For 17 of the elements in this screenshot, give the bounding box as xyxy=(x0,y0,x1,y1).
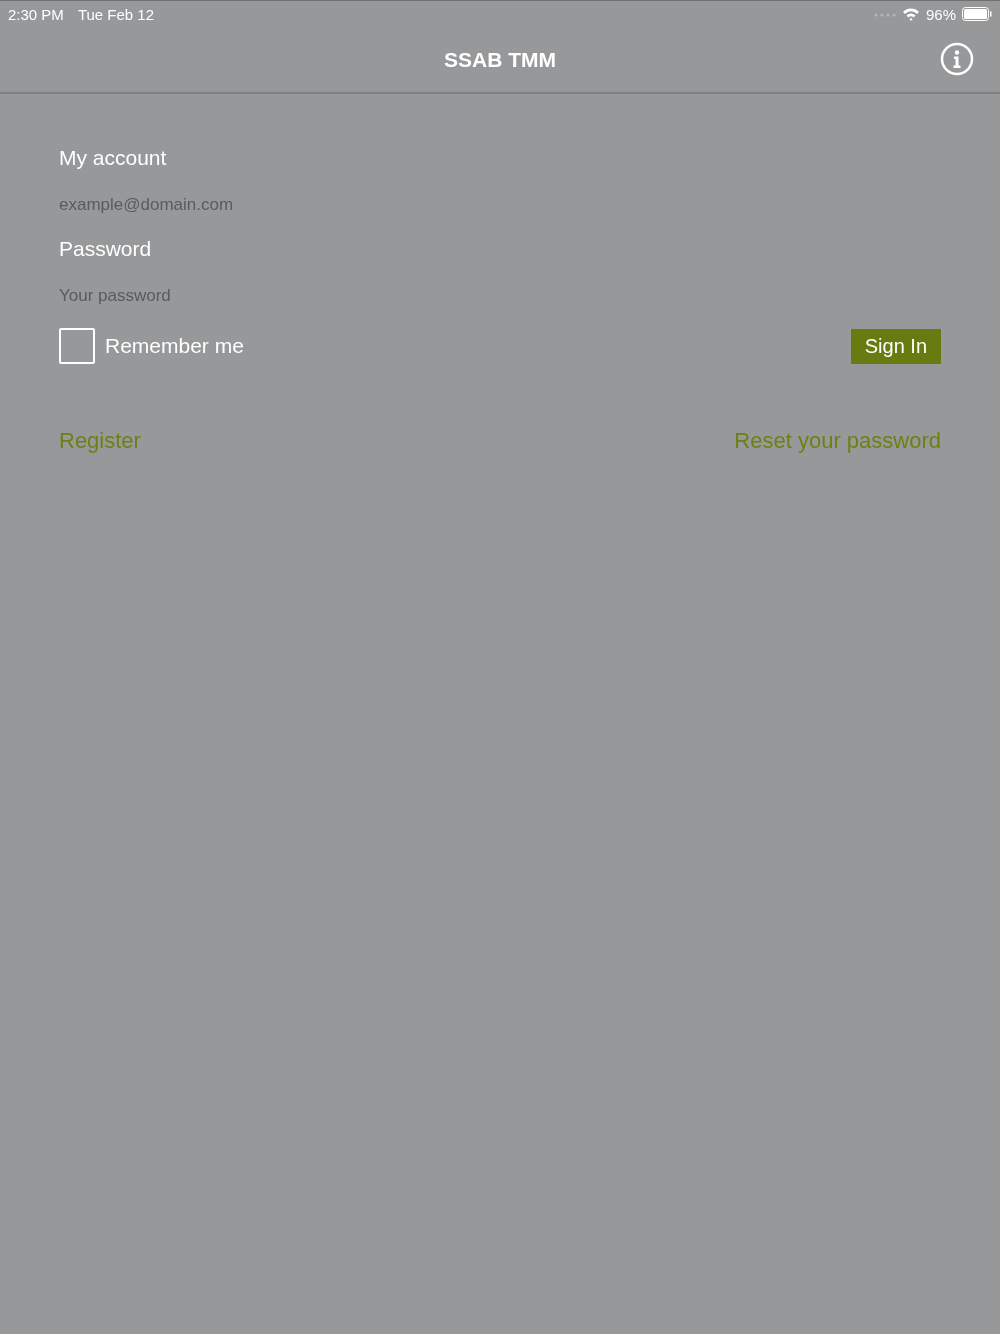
sign-in-button[interactable]: Sign In xyxy=(850,328,941,364)
battery-icon xyxy=(962,7,992,21)
remember-checkbox[interactable] xyxy=(59,328,95,364)
remember-label: Remember me xyxy=(105,334,244,358)
battery-percent: 96% xyxy=(925,5,956,23)
email-field[interactable]: example@domain.com xyxy=(59,193,941,217)
signal-icon xyxy=(873,11,896,17)
text-link[interactable]: Register xyxy=(59,428,141,454)
status-time: 2:30 PM xyxy=(8,5,64,23)
password-label: Password xyxy=(59,237,153,262)
nav-title: SSAB TMM xyxy=(444,47,556,72)
password-field[interactable]: Your password xyxy=(59,284,941,308)
account-label: My account xyxy=(59,146,168,171)
wifi-icon xyxy=(901,7,920,21)
info-icon[interactable] xyxy=(940,42,974,76)
text-link[interactable]: Reset your password xyxy=(734,428,941,454)
status-date: Tue Feb 12 xyxy=(77,5,155,23)
